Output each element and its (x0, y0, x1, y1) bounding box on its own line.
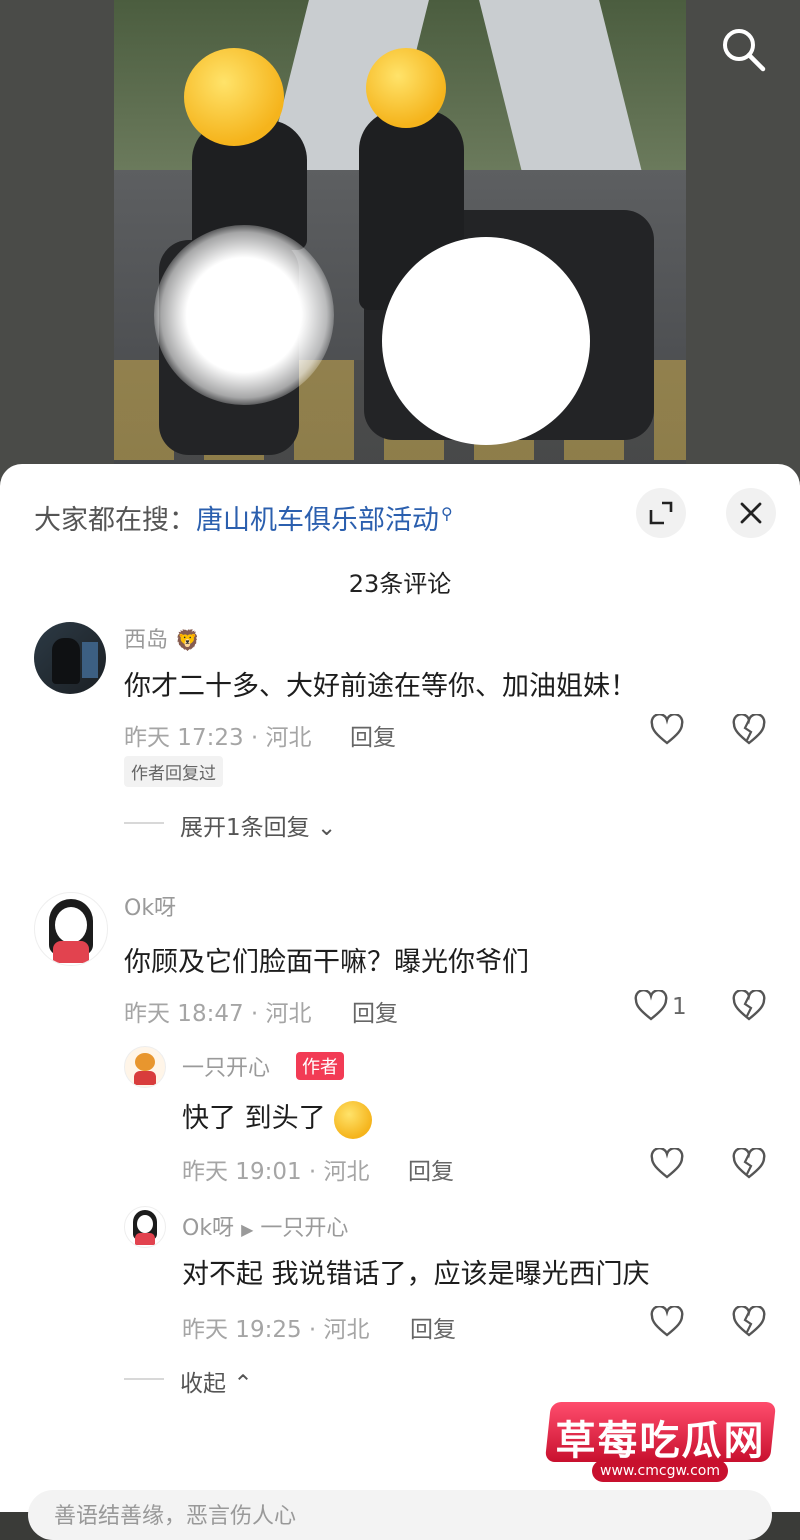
heart-icon[interactable] (650, 1148, 684, 1180)
close-icon (740, 502, 762, 524)
username[interactable]: Ok呀 (124, 890, 176, 922)
username[interactable]: Ok呀 (182, 1216, 234, 1241)
collapse-label: 收起 (180, 1371, 226, 1397)
reply-text: 快了 到头了 (182, 1103, 326, 1134)
search-button[interactable] (718, 24, 768, 74)
reply-arrow-icon: ▶ (241, 1220, 254, 1239)
watermark-title: 草莓吃瓜网 (555, 1418, 766, 1464)
comment-text: 你才二十多、大好前途在等你、加油姐妹！ (124, 671, 637, 702)
reply-header: Ok呀 ▶ 一只开心 (182, 1210, 348, 1242)
comment-input[interactable]: 善语结善缘，恶言伤人心 (28, 1490, 772, 1540)
comment-sheet: 大家都在搜：唐山机车俱乐部活动 ⚲ 23条评论 西岛 🦁 你才二十多、大好前途在等… (0, 464, 800, 1540)
privacy-mask-circle (382, 237, 590, 445)
fullscreen-icon (649, 501, 673, 525)
divider (124, 822, 164, 824)
author-replied-tag: 作者回复过 (124, 756, 223, 787)
comment-input-placeholder: 善语结善缘，恶言伤人心 (54, 1504, 297, 1529)
search-small-icon: ⚲ (441, 504, 453, 523)
watermark-url: www.cmcgw.com (592, 1460, 728, 1482)
comment-time-location: 昨天 19:25 · 河北 (182, 1317, 370, 1343)
author-badge: 作者 (296, 1052, 344, 1080)
comment-time-location: 昨天 19:01 · 河北 (182, 1159, 370, 1185)
comment-text: 对不起 我说错话了，应该是曝光西门庆 (182, 1259, 650, 1290)
username-text: 西岛 (124, 628, 169, 653)
comment-text: 你顾及它们脸面干嘛？曝光你爷们 (124, 947, 529, 978)
heart-icon[interactable] (634, 990, 668, 1022)
avatar[interactable] (124, 1206, 166, 1248)
dislike-broken-heart-icon[interactable] (732, 714, 766, 746)
trending-prefix: 大家都在搜： (34, 505, 196, 536)
trending-search[interactable]: 大家都在搜：唐山机车俱乐部活动 ⚲ (34, 498, 453, 537)
comment-count: 23条评论 (348, 570, 452, 598)
comment-time-location: 昨天 17:23 · 河北 (124, 725, 312, 751)
expand-sheet-button[interactable] (636, 488, 686, 538)
reply-button[interactable]: 回复 (350, 718, 396, 752)
dislike-broken-heart-icon[interactable] (732, 1148, 766, 1180)
reply-to-username[interactable]: 一只开心 (260, 1216, 348, 1241)
username[interactable]: 西岛 🦁 (124, 622, 200, 654)
face-cover-emoji (184, 48, 284, 146)
expand-replies-label: 展开1条回复 (180, 815, 310, 841)
smile-emoji-icon (334, 1100, 373, 1139)
comment-text: 快了 到头了 (182, 1096, 373, 1139)
face-cover-emoji (366, 48, 446, 128)
username[interactable]: 一只开心 (182, 1050, 270, 1082)
heart-icon[interactable] (650, 714, 684, 746)
dislike-broken-heart-icon[interactable] (732, 1306, 766, 1338)
reply-button[interactable]: 回复 (410, 1310, 456, 1344)
dislike-broken-heart-icon[interactable] (732, 990, 766, 1022)
avatar[interactable] (124, 1046, 166, 1088)
video-player[interactable] (114, 0, 686, 466)
divider (124, 1378, 164, 1380)
blur-glow-overlay (154, 225, 334, 405)
avatar[interactable] (34, 622, 106, 694)
reply-button[interactable]: 回复 (352, 994, 398, 1028)
collapse-replies-button[interactable]: 收起 ⌃ (180, 1364, 253, 1398)
comment-time-location: 昨天 18:47 · 河北 (124, 1001, 312, 1027)
chevron-down-icon: ⌄ (316, 815, 337, 841)
heart-icon[interactable] (650, 1306, 684, 1338)
reply-button[interactable]: 回复 (408, 1152, 454, 1186)
close-button[interactable] (726, 488, 776, 538)
avatar[interactable] (34, 892, 108, 966)
chevron-up-icon: ⌃ (233, 1371, 253, 1397)
site-watermark: 草莓吃瓜网 www.cmcgw.com (544, 1402, 777, 1486)
like-count: 1 (672, 994, 687, 1020)
expand-replies-button[interactable]: 展开1条回复 ⌄ (180, 808, 336, 842)
search-icon (723, 29, 766, 72)
lion-emoji-icon: 🦁 (175, 628, 200, 652)
trending-keyword-link[interactable]: 唐山机车俱乐部活动 (196, 505, 439, 536)
